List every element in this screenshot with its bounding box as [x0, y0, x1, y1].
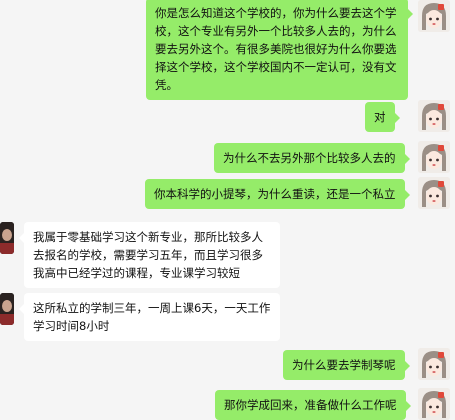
contact-photo-icon [0, 222, 14, 254]
my-avatar[interactable] [418, 388, 450, 420]
message-bubble-outgoing[interactable]: 你是怎么知道这个学校的，你为什么要去这个学校，这个专业有另外一个比较多人去的，为… [146, 0, 413, 100]
my-avatar[interactable] [418, 177, 450, 209]
message-bubble-outgoing[interactable]: 你本科学的小提琴，为什么重读，还是一个私立 [145, 179, 409, 209]
message-bubble-outgoing[interactable]: 对 [365, 102, 399, 132]
contact-avatar[interactable] [0, 222, 14, 254]
my-avatar[interactable] [418, 348, 450, 380]
anime-girl-avatar-icon [418, 100, 450, 132]
message-bubble-incoming[interactable]: 这所私立的学制三年，一周上课6天，一天工作学习时间8小时 [19, 293, 280, 341]
my-avatar[interactable] [418, 141, 450, 173]
anime-girl-avatar-icon [418, 388, 450, 420]
my-avatar[interactable] [418, 0, 450, 32]
contact-avatar[interactable] [0, 293, 14, 325]
anime-girl-avatar-icon [418, 177, 450, 209]
my-avatar[interactable] [418, 100, 450, 132]
anime-girl-avatar-icon [418, 348, 450, 380]
message-bubble-outgoing[interactable]: 为什么要去学制琴呢 [283, 350, 409, 380]
anime-girl-avatar-icon [418, 141, 450, 173]
message-bubble-incoming[interactable]: 我属于零基础学习这个新专业，那所比较多人去报名的学校，需要学习五年，而且学习很多… [19, 222, 280, 288]
contact-photo-icon [0, 293, 14, 325]
message-bubble-outgoing[interactable]: 为什么不去另外那个比较多人去的 [214, 143, 409, 173]
message-bubble-outgoing[interactable]: 那你学成回来，准备做什么工作呢 [215, 390, 410, 420]
anime-girl-avatar-icon [418, 0, 450, 32]
